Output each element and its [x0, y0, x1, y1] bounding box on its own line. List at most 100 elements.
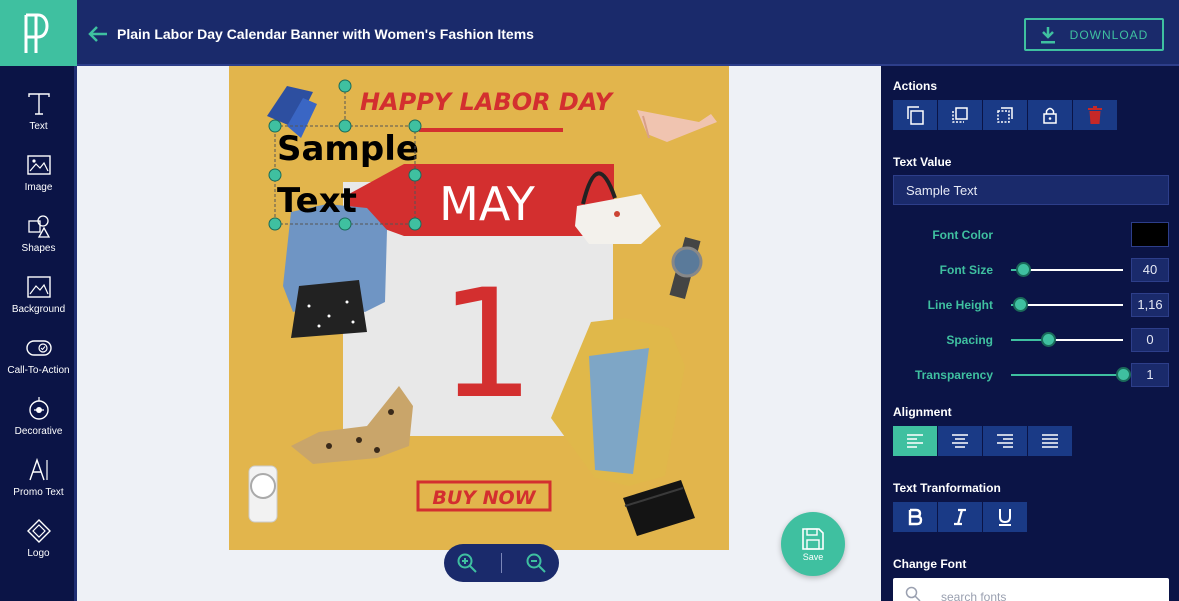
- resize-handle[interactable]: [408, 217, 422, 231]
- align-justify-button[interactable]: [1028, 426, 1072, 456]
- sidebar-item-text[interactable]: Text: [0, 91, 77, 147]
- sidebar-item-label: Shapes: [21, 243, 56, 254]
- duplicate-button[interactable]: [893, 100, 937, 130]
- sidebar-item-label: Logo: [27, 548, 50, 559]
- rotate-handle[interactable]: [338, 79, 352, 93]
- text-transformation-title: Text Tranformation: [893, 481, 1001, 495]
- spacing-slider[interactable]: [1011, 332, 1123, 347]
- white-watch-illustration[interactable]: [248, 465, 278, 523]
- text-value-input[interactable]: Sample Text: [893, 175, 1169, 205]
- italic-button[interactable]: [938, 502, 982, 532]
- line-height-value[interactable]: 1,16: [1131, 293, 1169, 317]
- font-search-input[interactable]: search fonts: [893, 578, 1169, 601]
- delete-button[interactable]: [1073, 100, 1117, 130]
- download-icon: [1040, 26, 1055, 43]
- send-backward-button[interactable]: [983, 100, 1027, 130]
- zoom-controls: [444, 544, 559, 582]
- editor-workspace: MAY 1 HAPPY LABOR DAY BUY NOW Sample Tex…: [77, 66, 881, 601]
- top-bar: Plain Labor Day Calendar Banner with Wom…: [77, 0, 1179, 66]
- align-left-icon: [907, 434, 923, 448]
- sample-text-line-2[interactable]: Text: [277, 181, 357, 221]
- spacing-value[interactable]: 0: [1131, 328, 1169, 352]
- back-arrow-icon[interactable]: [87, 23, 109, 45]
- font-size-value[interactable]: 40: [1131, 258, 1169, 282]
- resize-handle[interactable]: [408, 119, 422, 133]
- logo-icon: [26, 519, 51, 543]
- align-right-button[interactable]: [983, 426, 1027, 456]
- align-right-icon: [997, 434, 1013, 448]
- transparency-slider[interactable]: [1011, 367, 1131, 382]
- slider-knob[interactable]: [1041, 332, 1056, 347]
- zoom-in-icon[interactable]: [456, 552, 478, 574]
- sidebar-item-label: Promo Text: [13, 487, 64, 498]
- bring-forward-button[interactable]: [938, 100, 982, 130]
- line-height-slider[interactable]: [1011, 297, 1123, 312]
- save-button[interactable]: Save: [781, 512, 845, 576]
- decorative-icon: [28, 397, 49, 420]
- cta-icon: [25, 340, 52, 356]
- sample-text-line-1[interactable]: Sample: [277, 129, 419, 169]
- font-size-label: Font Size: [939, 263, 993, 277]
- properties-panel: Actions Text Value Sample Text Font Colo…: [881, 66, 1179, 601]
- tool-sidebar: Text Image Shapes Background Call-To-Act…: [0, 66, 77, 601]
- black-clutch-illustration[interactable]: [623, 480, 695, 536]
- font-search-placeholder: search fonts: [941, 590, 1007, 601]
- headline-text[interactable]: HAPPY LABOR DAY: [360, 88, 615, 116]
- resize-handle[interactable]: [268, 119, 282, 133]
- slider-knob[interactable]: [1013, 297, 1028, 312]
- handbag-illustration[interactable]: [575, 171, 661, 244]
- sidebar-item-label: Image: [24, 182, 53, 193]
- sidebar-item-shapes[interactable]: Shapes: [0, 213, 77, 269]
- bold-icon: [908, 508, 923, 526]
- slider-knob[interactable]: [1116, 367, 1131, 382]
- save-icon: [802, 528, 824, 550]
- buy-now-text[interactable]: BUY NOW: [432, 487, 536, 509]
- zoom-out-icon[interactable]: [525, 552, 547, 574]
- font-color-swatch[interactable]: [1131, 222, 1169, 247]
- sidebar-item-promo-text[interactable]: Promo Text: [0, 457, 77, 513]
- pink-heel-illustration[interactable]: [637, 110, 717, 142]
- resize-handle[interactable]: [338, 119, 352, 133]
- transparency-value[interactable]: 1: [1131, 363, 1169, 387]
- background-icon: [26, 276, 51, 298]
- download-label: DOWNLOAD: [1069, 27, 1149, 42]
- text-value-title: Text Value: [893, 155, 952, 169]
- sidebar-item-logo[interactable]: Logo: [0, 518, 77, 574]
- sidebar-item-label: Decorative: [14, 426, 63, 437]
- sidebar-item-image[interactable]: Image: [0, 152, 77, 208]
- download-button[interactable]: DOWNLOAD: [1024, 18, 1164, 51]
- wristwatch-illustration[interactable]: [669, 236, 703, 300]
- alignment-title: Alignment: [893, 405, 952, 419]
- resize-handle[interactable]: [408, 168, 422, 182]
- headline-underline: [419, 128, 563, 132]
- align-center-button[interactable]: [938, 426, 982, 456]
- sidebar-item-background[interactable]: Background: [0, 274, 77, 330]
- app-logo[interactable]: [0, 0, 77, 66]
- resize-handle[interactable]: [338, 217, 352, 231]
- spacing-label: Spacing: [946, 333, 993, 347]
- sidebar-item-call-to-action[interactable]: Call-To-Action: [0, 335, 77, 391]
- sidebar-item-label: Background: [11, 304, 66, 315]
- app-logo-icon: [24, 13, 48, 53]
- underline-icon: [999, 509, 1011, 526]
- text-transformation-toolbar: [893, 502, 1028, 532]
- sidebar-item-label: Call-To-Action: [7, 365, 70, 376]
- promo-text-icon: [28, 457, 48, 481]
- slider-knob[interactable]: [1016, 262, 1031, 277]
- align-justify-icon: [1042, 434, 1058, 448]
- bold-button[interactable]: [893, 502, 937, 532]
- resize-handle[interactable]: [268, 217, 282, 231]
- document-title: Plain Labor Day Calendar Banner with Wom…: [117, 26, 534, 42]
- sidebar-item-decorative[interactable]: Decorative: [0, 396, 77, 452]
- underline-button[interactable]: [983, 502, 1027, 532]
- resize-handle[interactable]: [268, 168, 282, 182]
- lock-button[interactable]: [1028, 100, 1072, 130]
- layer-forward-icon: [952, 107, 968, 123]
- line-height-label: Line Height: [927, 298, 993, 312]
- align-left-button[interactable]: [893, 426, 937, 456]
- trash-icon: [1088, 106, 1102, 124]
- font-size-slider[interactable]: [1011, 262, 1123, 277]
- design-canvas[interactable]: MAY 1 HAPPY LABOR DAY BUY NOW Sample Tex…: [229, 66, 729, 550]
- text-icon: [27, 93, 50, 115]
- change-font-title: Change Font: [893, 557, 967, 571]
